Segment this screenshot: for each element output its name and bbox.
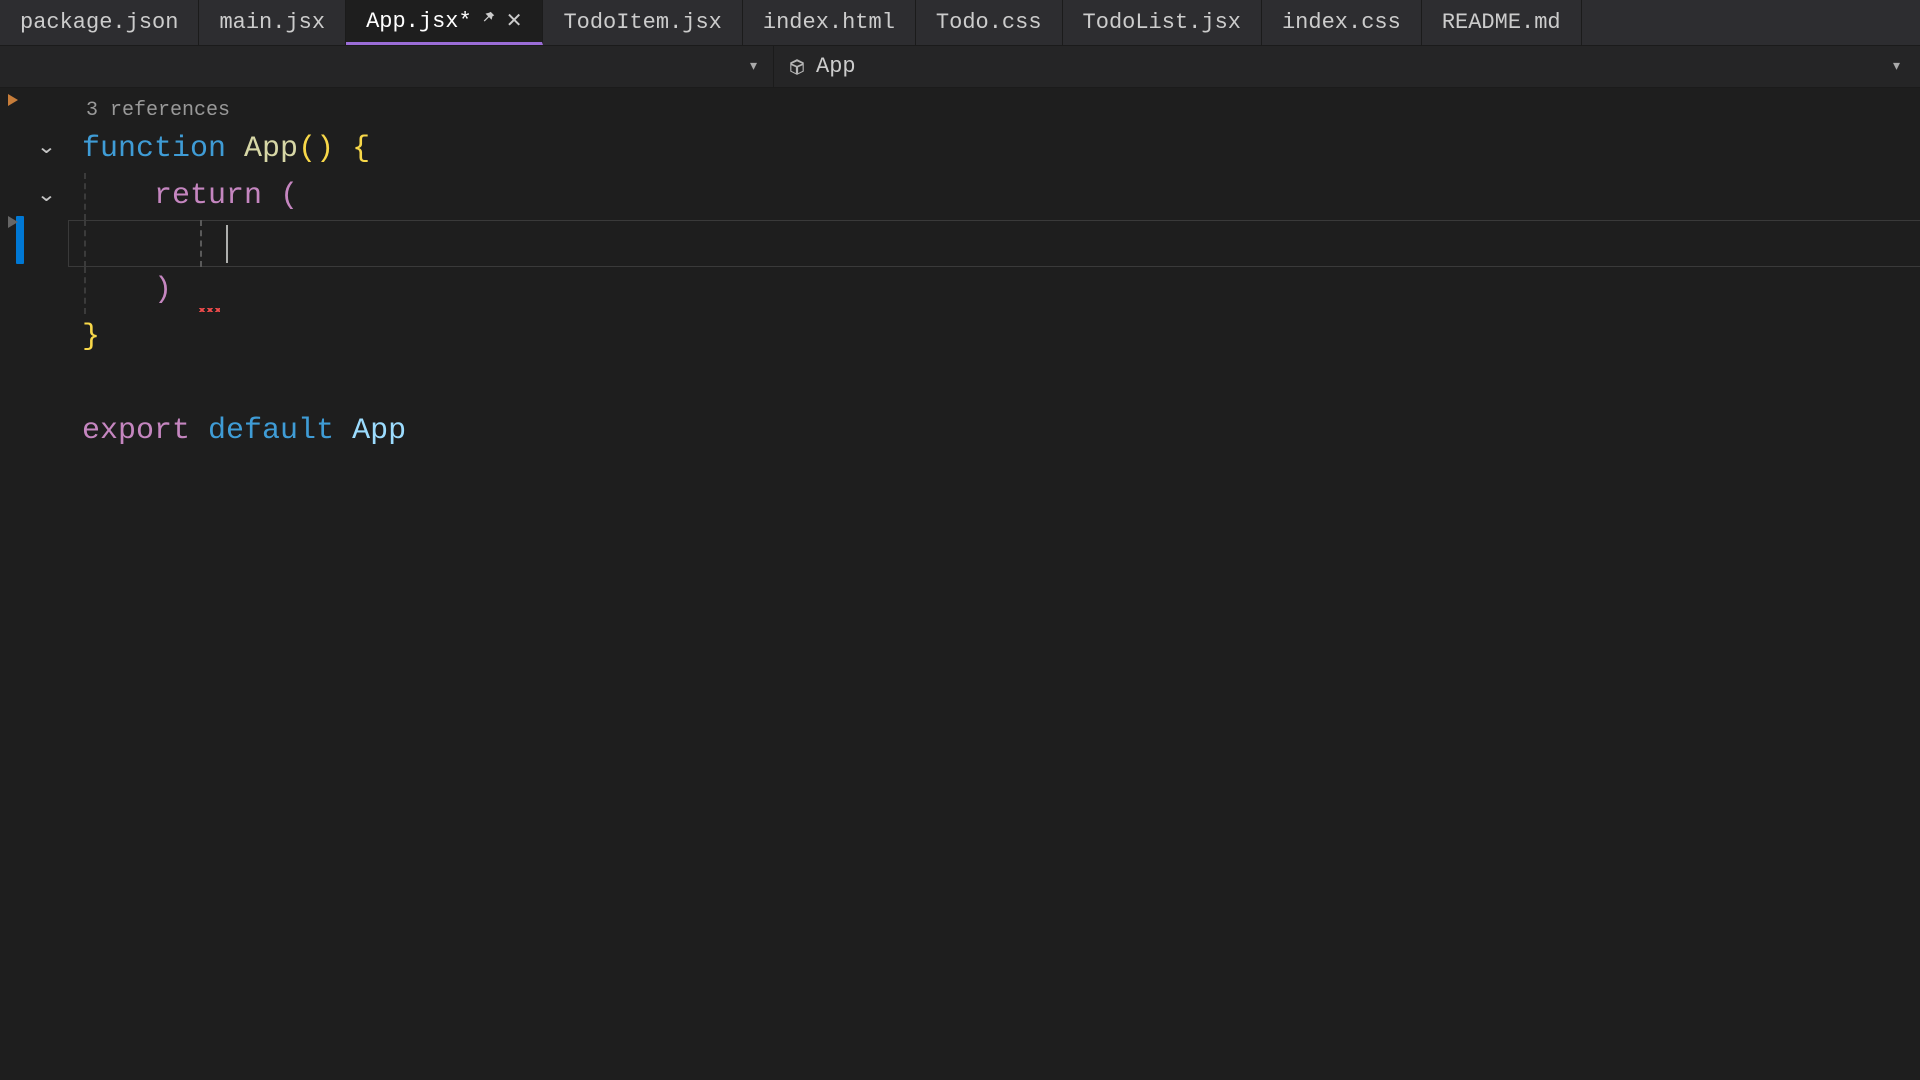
token-keyword: default (208, 408, 334, 455)
code-line[interactable]: function App() { (82, 126, 1920, 173)
code-line-current[interactable] (82, 220, 1920, 267)
tab-label: README.md (1442, 10, 1561, 35)
token-paren-open: ( (280, 173, 298, 220)
tab-label: main.jsx (219, 10, 325, 35)
tab-label: index.html (763, 10, 895, 35)
symbol-module-icon (788, 58, 806, 76)
chevron-down-icon: ▾ (1893, 58, 1900, 75)
tab-app-jsx[interactable]: App.jsx* ✕ (346, 0, 543, 45)
tab-main-jsx[interactable]: main.jsx (199, 0, 346, 45)
tab-label: index.css (1282, 10, 1401, 35)
token-paren-close: ) (154, 267, 172, 314)
codelens-references[interactable]: 3 references (86, 94, 1920, 126)
token-brace-open: { (352, 126, 370, 173)
token-function-name: App (244, 126, 298, 173)
breadcrumb-bar: ▾ App ▾ (0, 46, 1920, 88)
tab-package-json[interactable]: package.json (0, 0, 199, 45)
code-line[interactable]: export default App (82, 408, 1920, 455)
tab-index-html[interactable]: index.html (743, 0, 916, 45)
pin-icon[interactable] (482, 11, 496, 31)
tab-label: App.jsx* (366, 9, 472, 34)
current-line-highlight (68, 220, 1920, 267)
breadcrumb-symbol: App (816, 54, 856, 79)
token-brace-close: } (82, 314, 100, 361)
tab-label: package.json (20, 10, 178, 35)
tab-label: TodoItem.jsx (563, 10, 721, 35)
fold-collapse-icon[interactable]: ⌄ (36, 181, 56, 212)
chevron-down-icon: ▾ (750, 58, 757, 75)
breadcrumb-scope-right[interactable]: App ▾ (774, 46, 1920, 87)
token-keyword: export (82, 408, 190, 455)
error-squiggle (198, 308, 220, 312)
close-icon[interactable]: ✕ (506, 8, 523, 34)
token-keyword: function (82, 126, 226, 173)
tab-label: TodoList.jsx (1083, 10, 1241, 35)
code-line[interactable]: ) (82, 267, 1920, 314)
code-line[interactable]: } (82, 314, 1920, 361)
code-line-blank[interactable] (82, 361, 1920, 408)
code-editor[interactable]: ⌄ ⌄ 3 references function App() { return… (0, 88, 1920, 455)
tab-index-css[interactable]: index.css (1262, 0, 1422, 45)
fold-collapse-icon[interactable]: ⌄ (36, 133, 56, 164)
tab-todo-css[interactable]: Todo.css (916, 0, 1063, 45)
tab-readme-md[interactable]: README.md (1422, 0, 1582, 45)
tab-todoitem-jsx[interactable]: TodoItem.jsx (543, 0, 742, 45)
token-parentheses: () (298, 126, 334, 173)
change-marker-icon (8, 216, 18, 228)
editor-tab-bar: package.json main.jsx App.jsx* ✕ TodoIte… (0, 0, 1920, 46)
token-keyword: return (154, 173, 262, 220)
editor-gutter: ⌄ ⌄ (0, 88, 70, 455)
token-identifier: App (352, 408, 406, 455)
code-line[interactable]: return ( (82, 173, 1920, 220)
tab-label: Todo.css (936, 10, 1042, 35)
debug-marker-icon (8, 94, 18, 106)
breadcrumb-scope-left[interactable]: ▾ (0, 46, 774, 87)
tab-todolist-jsx[interactable]: TodoList.jsx (1063, 0, 1262, 45)
code-content[interactable]: 3 references function App() { return ( ) (82, 94, 1920, 455)
